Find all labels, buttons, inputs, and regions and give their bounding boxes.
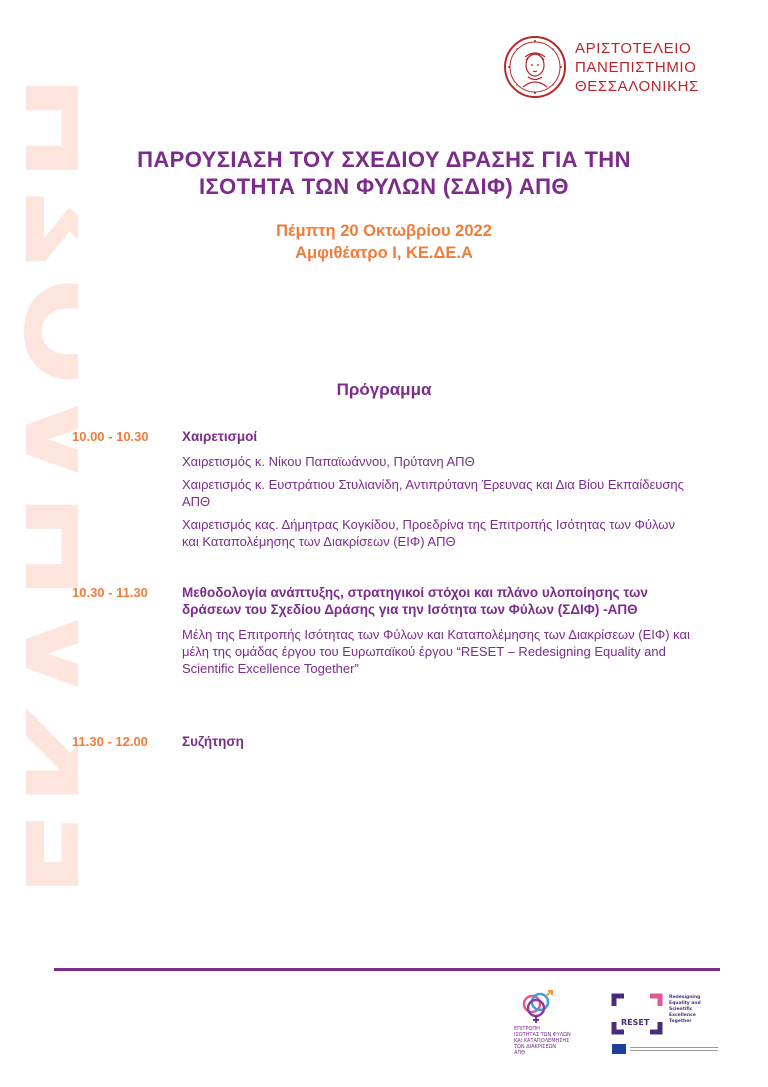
document-title: ΠΑΡΟΥΣΙΑΣΗ ΤΟΥ ΣΧΕΔΙΟΥ ΔΡΑΣΗΣ ΓΙΑ ΤΗΝ ΙΣ… xyxy=(60,146,708,200)
event-date: Πέμπτη 20 Οκτωβρίου 2022 xyxy=(276,222,492,240)
eu-flag-icon xyxy=(612,1044,626,1054)
session-content: Συζήτηση xyxy=(182,733,692,750)
session-item: Χαιρετισμός κ. Νίκου Παπαϊωάννου, Πρύταν… xyxy=(182,454,475,469)
university-seal-icon xyxy=(504,36,566,98)
committee-caption: ΕΠΙΤΡΟΠΗ ΙΣΟΤΗΤΑΣ ΤΩΝ ΦΥΛΩΝ ΚΑΙ ΚΑΤΑΠΟΛΕ… xyxy=(514,1026,584,1056)
title-line-2: ΙΣΟΤΗΤΑ ΤΩΝ ΦΥΛΩΝ (ΣΔΙΦ) ΑΠΘ xyxy=(199,174,569,199)
event-venue: Αμφιθέατρο Ι, ΚΕ.ΔΕ.Α xyxy=(295,244,473,262)
program-session: 10.00 - 10.30 Χαιρετισμοί Χαιρετισμός κ.… xyxy=(72,428,692,556)
session-title: Χαιρετισμοί xyxy=(182,429,258,444)
university-logo: ΑΡΙΣΤΟΤΕΛΕΙΟ ΠΑΝΕΠΙΣΤΗΜΙΟ ΘΕΣΣΑΛΟΝΙΚΗΣ xyxy=(503,35,699,99)
university-name-line-3: ΘΕΣΣΑΛΟΝΙΚΗΣ xyxy=(575,77,699,95)
title-line-1: ΠΑΡΟΥΣΙΑΣΗ ΤΟΥ ΣΧΕΔΙΟΥ ΔΡΑΣΗΣ ΓΙΑ ΤΗΝ xyxy=(137,147,631,172)
session-item: Μέλη της Επιτροπής Ισότητας των Φύλων κα… xyxy=(182,627,690,676)
footer-divider xyxy=(54,968,720,971)
reset-tagline-line: Together xyxy=(669,1019,692,1024)
session-time: 10.00 - 10.30 xyxy=(72,429,149,444)
session-content: Μεθοδολογία ανάπτυξης, στρατηγικοί στόχο… xyxy=(182,584,692,677)
university-name-line-2: ΠΑΝΕΠΙΣΤΗΜΙΟ xyxy=(575,58,697,76)
committee-caption-line: ΑΠΘ xyxy=(514,1050,526,1056)
program-session: 11.30 - 12.00 Συζήτηση xyxy=(72,733,692,750)
session-title: Συζήτηση xyxy=(182,734,244,749)
reset-tagline: Redesigning Equality and Scientific Exce… xyxy=(669,995,701,1025)
session-item: Χαιρετισμός κας. Δήμητρας Κογκίδου, Προε… xyxy=(182,517,675,549)
session-time: 10.30 - 11.30 xyxy=(72,585,148,600)
committee-logo: ΕΠΙΤΡΟΠΗ ΙΣΟΤΗΤΑΣ ΤΩΝ ΦΥΛΩΝ ΚΑΙ ΚΑΤΑΠΟΛΕ… xyxy=(492,990,584,1056)
session-content: Χαιρετισμοί Χαιρετισμός κ. Νίκου Παπαϊωά… xyxy=(182,428,692,550)
gender-symbols-icon xyxy=(522,990,553,1023)
university-name-line-1: ΑΡΙΣΤΟΤΕΛΕΙΟ xyxy=(575,39,692,57)
session-time: 11.30 - 12.00 xyxy=(72,734,148,749)
eu-funding-text xyxy=(630,1047,718,1051)
reset-mark-icon xyxy=(611,993,663,1035)
program-heading: Πρόγραμμα xyxy=(336,380,432,399)
eu-funding-notice xyxy=(612,1044,718,1054)
program-session: 10.30 - 11.30 Μεθοδολογία ανάπτυξης, στρ… xyxy=(72,584,692,677)
reset-word: RESET xyxy=(621,1018,650,1027)
event-info: Πέμπτη 20 Οκτωβρίου 2022 Αμφιθέατρο Ι, Κ… xyxy=(60,220,708,264)
session-item: Χαιρετισμός κ. Ευστράτιου Στυλιανίδη, Αν… xyxy=(182,477,684,509)
reset-logo: RESET Redesigning Equality and Scientifi… xyxy=(608,992,718,1052)
session-title: Μεθοδολογία ανάπτυξης, στρατηγικοί στόχο… xyxy=(182,585,648,617)
university-name: ΑΡΙΣΤΟΤΕΛΕΙΟ ΠΑΝΕΠΙΣΤΗΜΙΟ ΘΕΣΣΑΛΟΝΙΚΗΣ xyxy=(575,39,699,96)
